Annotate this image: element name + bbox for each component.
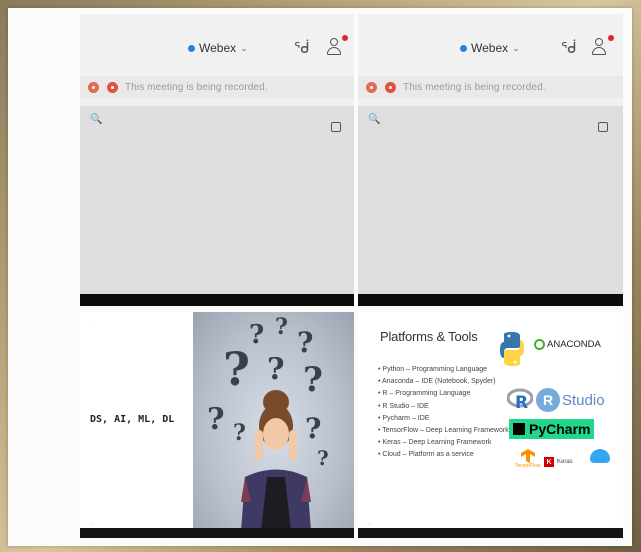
slide-title: Platforms & Tools (380, 329, 478, 344)
webex-brand-label: Webex (471, 41, 509, 55)
question-mark: ? (249, 320, 265, 350)
anaconda-logo: ANACONDA (534, 339, 601, 350)
cloud-icon (590, 449, 610, 463)
chevron-down-icon: ⌄ (240, 42, 248, 53)
question-mark: ? (275, 314, 288, 340)
slide-bottom-bar (80, 528, 354, 538)
pycharm-label: PyCharm (529, 421, 591, 437)
video-stage (80, 106, 354, 294)
webex-dot-icon (188, 44, 195, 52)
r-logo: R (507, 388, 533, 410)
slide-header-mark: · (88, 320, 90, 325)
bottom-bar (80, 294, 354, 306)
rstudio-logo: R Studio (536, 388, 605, 412)
bluetooth-icon[interactable]: ᖂ (294, 39, 310, 57)
minimize-icon[interactable] (331, 122, 341, 132)
user-icon-head (330, 38, 338, 46)
video-stage (358, 106, 623, 294)
person-illustration (241, 390, 311, 528)
anaconda-ring-icon (534, 339, 545, 350)
webex-dot-icon (460, 44, 467, 52)
question-mark: ? (207, 402, 225, 437)
zoom-icon[interactable]: 🔍 (368, 114, 380, 126)
tensorflow-label: TensorFlow (515, 463, 541, 469)
notification-dot (608, 35, 614, 41)
recording-stop-icon[interactable] (107, 81, 118, 93)
chevron-down-icon: ⌄ (512, 42, 520, 53)
cloud-logo (590, 449, 610, 463)
notification-dot (342, 35, 348, 41)
webex-header-right: Webex ⌄ ᖂ (358, 14, 623, 72)
list-item: • Pycharm – IDE (378, 414, 430, 422)
rstudio-label: Studio (562, 391, 605, 409)
tools-list: • Python – Programming Language • Anacon… (378, 364, 509, 462)
recording-stop-icon[interactable] (385, 81, 396, 93)
webex-brand-menu-right[interactable]: Webex ⌄ (460, 41, 520, 55)
slide-ds-ai-ml-dl: · DS, AI, ML, DL ? ? ? ? ? ? ? ? ? ? ··· (80, 312, 354, 538)
list-item: • R – Programming Language (378, 390, 471, 398)
list-item: • R Studio – IDE (378, 402, 429, 410)
webex-header: Webex ⌄ ᖂ (80, 14, 354, 72)
pycharm-logo: PyCharm (509, 419, 595, 439)
slide-page-mark: · (609, 521, 611, 526)
webex-brand-menu[interactable]: Webex ⌄ (188, 41, 248, 55)
list-item: • Keras – Deep Learning Framework (378, 439, 492, 447)
recording-text: This meeting is being recorded. (125, 81, 268, 93)
pycharm-square-icon (513, 423, 525, 435)
recording-banner: This meeting is being recorded. (358, 76, 623, 98)
user-icon[interactable] (591, 38, 607, 56)
list-item: • Python – Programming Language (378, 366, 488, 373)
anaconda-label: ANACONDA (547, 339, 601, 350)
slide-footer: ··· (90, 521, 94, 526)
list-item: • Anaconda – IDE (Notebook, Spyder) (378, 378, 496, 386)
bottom-bar (358, 294, 623, 306)
confused-person-image: ? ? ? ? ? ? ? ? ? ? (193, 312, 354, 528)
keras-icon: K (544, 457, 554, 467)
recording-icon (88, 81, 99, 93)
tensorflow-logo: TensorFlow (515, 449, 541, 469)
bluetooth-icon[interactable]: ᖂ (561, 39, 577, 57)
slide-platforms-tools: Platforms & Tools • Python – Programming… (358, 312, 623, 538)
user-icon-body (327, 47, 341, 55)
user-icon-head (595, 38, 603, 46)
minimize-icon[interactable] (598, 122, 608, 132)
keras-logo: K Keras (544, 457, 573, 467)
photo-sheet: Webex ⌄ ᖂ This meeting is being recorded… (8, 8, 632, 546)
recording-text: This meeting is being recorded. (403, 81, 546, 93)
keras-label: Keras (557, 459, 573, 465)
rstudio-ball-icon: R (536, 388, 560, 412)
zoom-icon[interactable]: 🔍 (90, 114, 102, 126)
slide-footer: ···· (366, 521, 372, 526)
user-icon-body (592, 47, 606, 55)
tensorflow-icon (520, 449, 535, 463)
recording-banner: This meeting is being recorded. (80, 76, 354, 98)
list-item: • Cloud – Platform as a service (378, 451, 474, 459)
webex-window-left: Webex ⌄ ᖂ This meeting is being recorded… (80, 14, 354, 306)
user-icon[interactable] (326, 38, 342, 56)
slide-bottom-bar (358, 528, 623, 538)
slide-heading: DS, AI, ML, DL (90, 414, 175, 425)
r-logo-ring: R (507, 388, 533, 410)
webex-brand-label: Webex (199, 41, 237, 55)
question-mark: ? (297, 326, 314, 359)
r-letter: R (515, 393, 528, 410)
python-icon (500, 332, 524, 366)
list-item: • TensorFlow – Deep Learning Framework (378, 426, 509, 434)
recording-icon (366, 81, 377, 93)
webex-window-right: Webex ⌄ ᖂ This meeting is being recorded… (358, 14, 623, 306)
